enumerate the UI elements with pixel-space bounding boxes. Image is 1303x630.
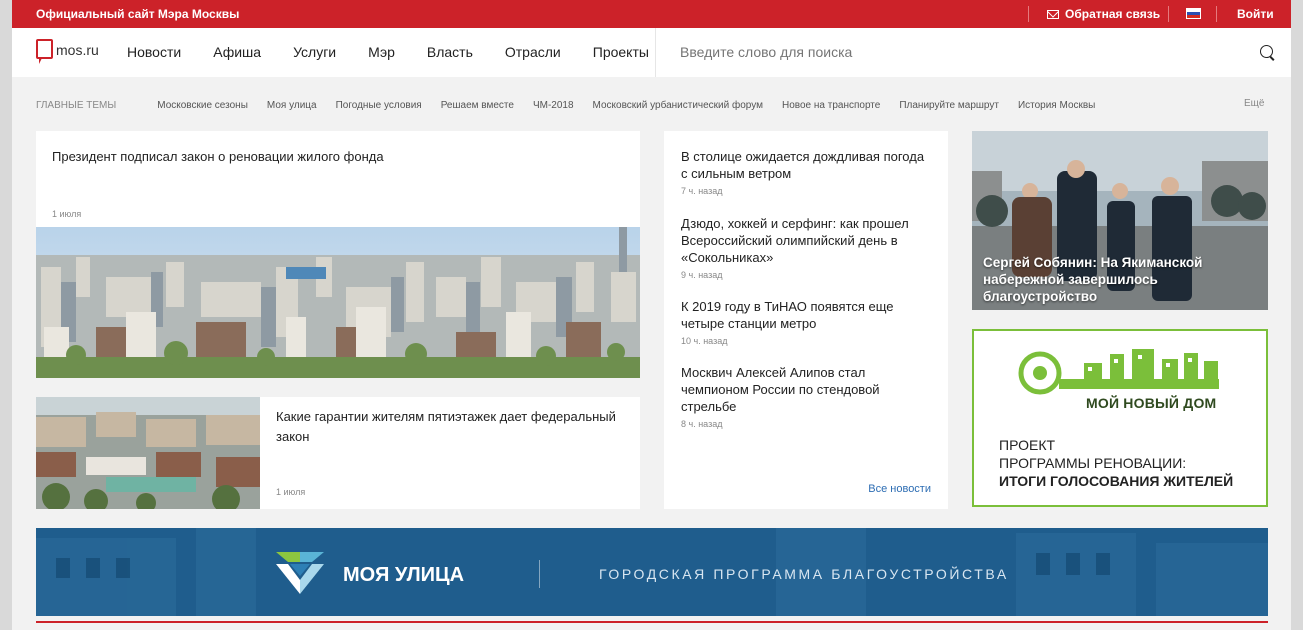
all-news-link[interactable]: Все новости (868, 483, 931, 495)
promo-brand: МОЙ НОВЫЙ ДОМ (1086, 395, 1217, 411)
banner-title: МОЯ УЛИЦА (343, 564, 465, 586)
topic-link[interactable]: Московские сезоны (157, 100, 248, 111)
news-date: 1 июля (52, 209, 82, 219)
search-input[interactable] (680, 44, 1240, 60)
feed-item-time: 9 ч. назад (681, 270, 723, 280)
feed-item-title[interactable]: Москвич Алексей Алипов стал чемпионом Ро… (681, 364, 931, 415)
feed-item[interactable]: Москвич Алексей Алипов стал чемпионом Ро… (681, 364, 931, 429)
photo-caption[interactable]: Сергей Собянин: На Якиманской набережной… (983, 254, 1243, 305)
main-nav: Новости Афиша Услуги Мэр Власть Отрасли … (127, 44, 681, 60)
news-date: 1 июля (276, 487, 306, 497)
topic-link[interactable]: Моя улица (267, 100, 317, 111)
feed-item-title[interactable]: К 2019 году в ТиНАО появятся еще четыре … (681, 298, 931, 332)
site-title[interactable]: Официальный сайт Мэра Москвы (36, 7, 239, 21)
topic-link[interactable]: Погодные условия (336, 100, 422, 111)
feed-item-title[interactable]: В столице ожидается дождливая погода с с… (681, 148, 931, 182)
city-rooftops-image[interactable] (36, 397, 260, 509)
topics-label: Главные темы (36, 100, 117, 111)
promo-line: ПРОЕКТ (999, 437, 1056, 453)
logo[interactable]: mos.ru (36, 39, 99, 64)
feed-item-time: 8 ч. назад (681, 419, 723, 429)
news-title[interactable]: Президент подписал закон о реновации жил… (52, 148, 384, 165)
mail-icon (1047, 9, 1059, 19)
nav-item-industries[interactable]: Отрасли (505, 44, 561, 60)
main-topics: Главные темы Московские сезоны Моя улица… (36, 98, 1264, 111)
divider (1216, 6, 1217, 22)
header: mos.ru Новости Афиша Услуги Мэр Власть О… (12, 28, 1291, 77)
topics-more-link[interactable]: Ещё (1244, 98, 1264, 109)
logo-text: mos.ru (56, 42, 99, 58)
login-link[interactable]: Войти (1237, 7, 1274, 21)
my-street-banner[interactable]: МОЯ УЛИЦА ГОРОДСКАЯ ПРОГРАММА БЛАГОУСТРО… (36, 528, 1268, 616)
feed-item-time: 7 ч. назад (681, 186, 723, 196)
divider (539, 560, 540, 588)
news-title[interactable]: Какие гарантии жителям пятиэтажек дает ф… (276, 407, 626, 447)
renovation-promo-banner[interactable]: МОЙ НОВЫЙ ДОМ ПРОЕКТ ПРОГРАММЫ РЕНОВАЦИИ… (972, 329, 1268, 507)
russia-flag-icon[interactable] (1186, 8, 1201, 19)
feedback-label: Обратная связь (1065, 7, 1161, 21)
photo-news-card[interactable]: Сергей Собянин: На Якиманской набережной… (972, 131, 1268, 310)
nav-item-government[interactable]: Власть (427, 44, 473, 60)
divider (1168, 6, 1169, 22)
feed-item[interactable]: Дзюдо, хоккей и серфинг: как прошел Всер… (681, 215, 931, 280)
feed-item-title[interactable]: Дзюдо, хоккей и серфинг: как прошел Всер… (681, 215, 931, 266)
nav-item-mayor[interactable]: Мэр (368, 44, 395, 60)
divider (655, 28, 656, 77)
topic-link[interactable]: ЧМ-2018 (533, 100, 574, 111)
feedback-link[interactable]: Обратная связь (1047, 7, 1160, 21)
topic-link[interactable]: Московский урбанистический форум (593, 100, 763, 111)
nav-item-afisha[interactable]: Афиша (213, 44, 261, 60)
divider (1028, 6, 1029, 22)
feed-item[interactable]: В столице ожидается дождливая погода с с… (681, 148, 931, 196)
top-bar: Официальный сайт Мэра Москвы Обратная св… (12, 0, 1291, 28)
promo-line: ПРОГРАММЫ РЕНОВАЦИИ: (999, 455, 1187, 471)
nav-item-news[interactable]: Новости (127, 44, 181, 60)
promo-line: ИТОГИ ГОЛОСОВАНИЯ ЖИТЕЛЕЙ (999, 473, 1234, 489)
my-street-logo-icon (276, 552, 324, 594)
feed-item-time: 10 ч. назад (681, 336, 728, 346)
news-feed-card: В столице ожидается дождливая погода с с… (664, 131, 948, 509)
city-panorama-image[interactable] (36, 227, 640, 378)
nav-item-services[interactable]: Услуги (293, 44, 336, 60)
feed-item[interactable]: К 2019 году в ТиНАО появятся еще четыре … (681, 298, 931, 346)
search-icon[interactable] (1260, 45, 1273, 58)
banner-subtitle: ГОРОДСКАЯ ПРОГРАММА БЛАГОУСТРОЙСТВА (599, 566, 1009, 582)
topic-link[interactable]: Новое на транспорте (782, 100, 880, 111)
nav-item-projects[interactable]: Проекты (593, 44, 649, 60)
main-news-card[interactable]: Президент подписал закон о реновации жил… (36, 131, 640, 227)
topic-link[interactable]: История Москвы (1018, 100, 1095, 111)
divider (36, 621, 1268, 623)
page: mos.ru Новости Афиша Услуги Мэр Власть О… (12, 28, 1291, 630)
mos-logo-icon (36, 39, 53, 64)
topic-link[interactable]: Планируйте маршрут (899, 100, 999, 111)
topic-link[interactable]: Решаем вместе (441, 100, 514, 111)
